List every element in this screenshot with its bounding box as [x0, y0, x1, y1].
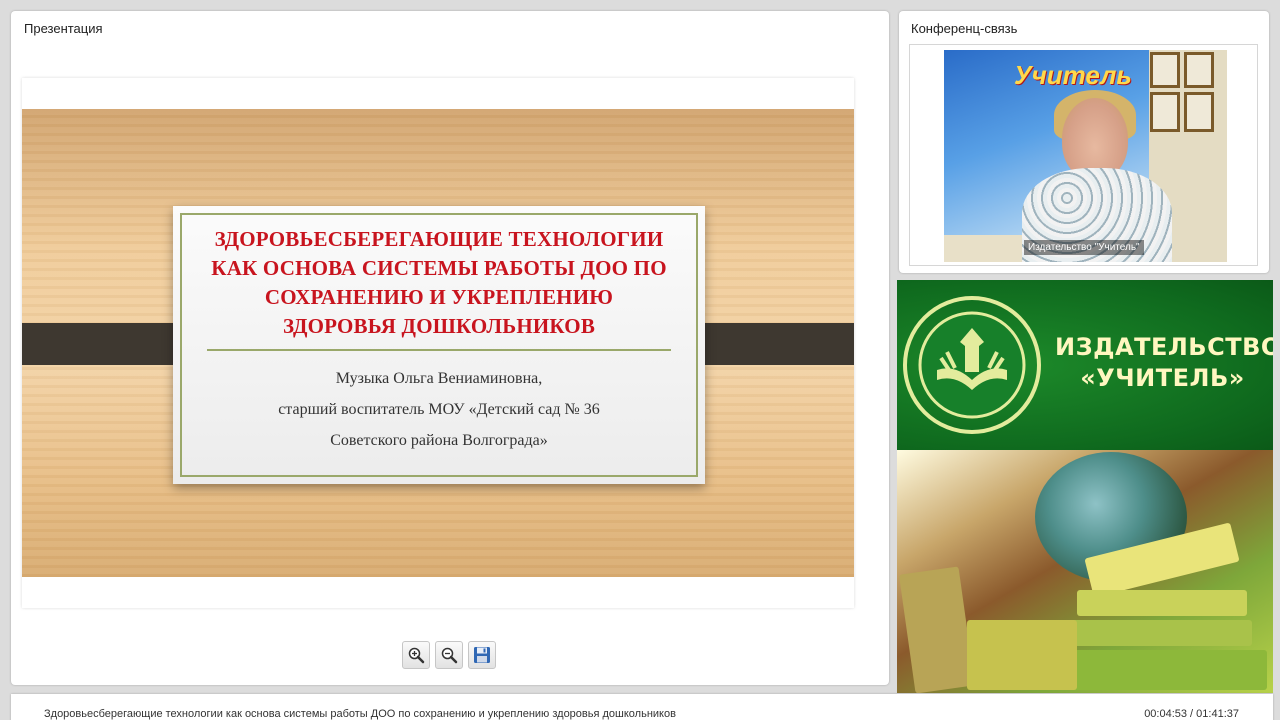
author-position: старший воспитатель МОУ «Детский сад № 3…	[278, 401, 600, 418]
wall-frame-icon	[1184, 52, 1214, 88]
zoom-out-button[interactable]	[435, 641, 463, 669]
slide-viewer[interactable]: Здоровьесберегающие технологии как основ…	[22, 78, 854, 608]
floppy-disk-icon	[474, 647, 490, 663]
slide-heading: Здоровьесберегающие технологии как основ…	[211, 227, 667, 338]
book-icon	[967, 620, 1077, 690]
author-district: Советского района Волгограда»	[330, 432, 548, 449]
slide-band-left	[22, 323, 190, 365]
video-container[interactable]: Учитель Издательство "Учитель"	[909, 44, 1258, 266]
book-icon	[1072, 620, 1252, 646]
wall-frame-icon	[1150, 52, 1180, 88]
slide-divider	[207, 349, 671, 351]
playback-time: 00:04:53 / 01:41:37	[1144, 708, 1239, 720]
zoom-in-button[interactable]	[402, 641, 430, 669]
slide-band-right	[686, 323, 854, 365]
wall-frame-icon	[1150, 92, 1180, 132]
slide-card-border: Здоровьесберегающие технологии как основ…	[180, 213, 698, 477]
publisher-header: ИЗДАТЕЛЬСТВО «УЧИТЕЛЬ»	[897, 280, 1273, 450]
wall-frame-icon	[1184, 92, 1214, 132]
publisher-banner: ИЗДАТЕЛЬСТВО «УЧИТЕЛЬ»	[897, 280, 1273, 693]
author-name: Музыка Ольга Вениаминовна,	[335, 370, 543, 387]
book-icon	[1067, 650, 1267, 690]
presentation-panel: Презентация Здоровьесберегающие технолог…	[11, 11, 889, 685]
slide-title-card: Здоровьесберегающие технологии как основ…	[173, 206, 705, 484]
video-caption: Издательство "Учитель"	[1024, 240, 1144, 255]
lecture-title: Здоровьесберегающие технологии как основ…	[44, 708, 676, 720]
publisher-books-image	[897, 450, 1273, 693]
save-button[interactable]	[468, 641, 496, 669]
zoom-in-icon	[408, 647, 425, 664]
video-feed: Учитель Издательство "Учитель"	[944, 50, 1227, 262]
book-icon	[898, 566, 976, 693]
zoom-out-icon	[441, 647, 458, 664]
publisher-name: ИЗДАТЕЛЬСТВО «УЧИТЕЛЬ»	[1055, 333, 1273, 392]
presentation-title: Презентация	[24, 21, 103, 36]
publisher-logo-icon	[903, 296, 1041, 434]
slide: Здоровьесберегающие технологии как основ…	[22, 109, 854, 577]
banner-logo-text: Учитель	[1014, 60, 1132, 90]
conference-panel: Конференц-связь Учитель Издательство "Уч…	[899, 11, 1269, 273]
book-icon	[1077, 590, 1247, 616]
conference-title: Конференц-связь	[911, 21, 1018, 36]
status-bar: Здоровьесберегающие технологии как основ…	[11, 694, 1273, 720]
